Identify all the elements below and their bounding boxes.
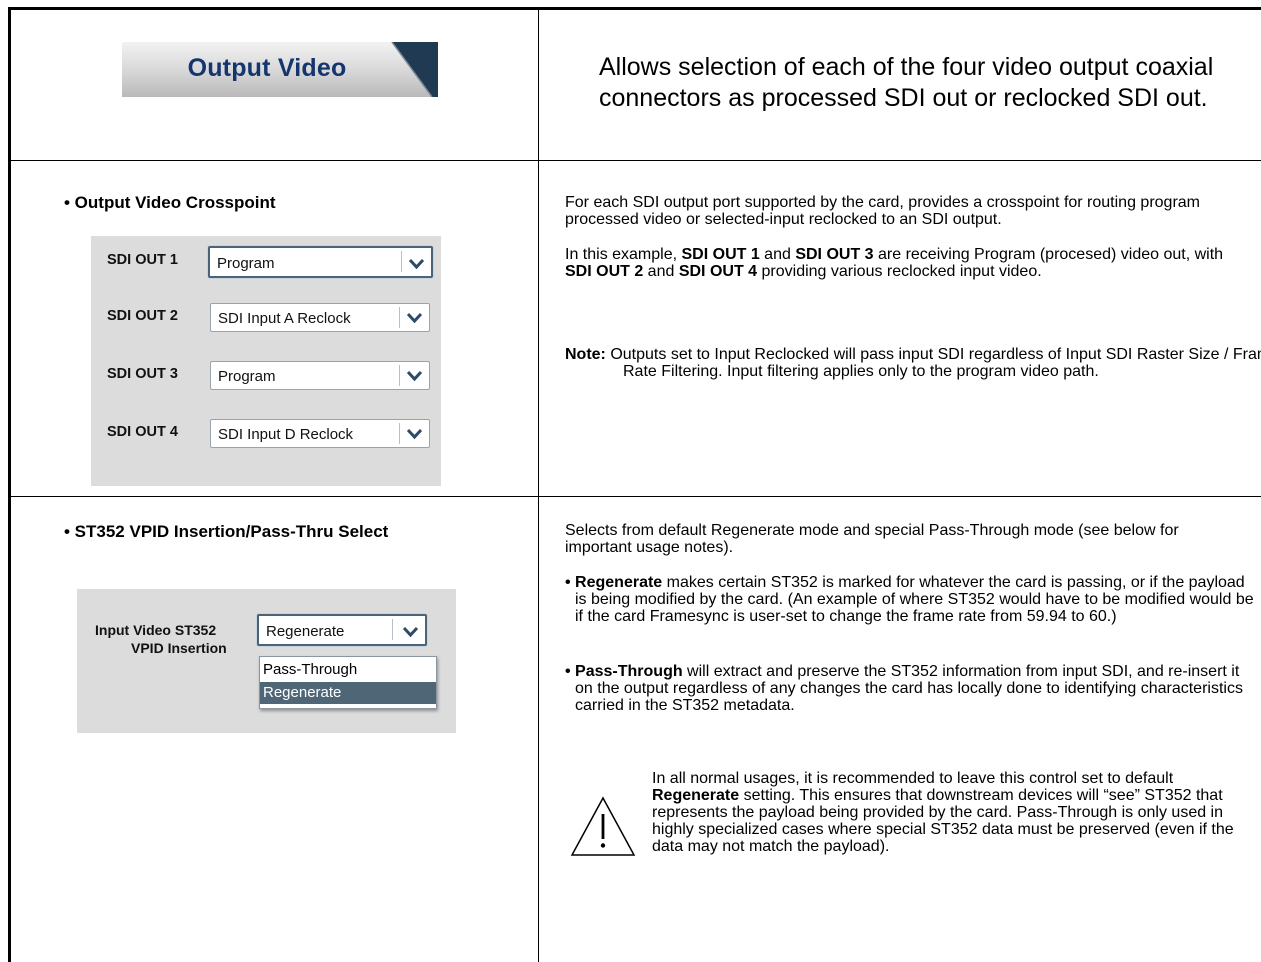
vpid-panel: Input Video ST352 VPID Insertion Regener… xyxy=(77,589,456,733)
vpid-dropdown-list: Pass-Through Regenerate xyxy=(259,656,437,709)
caution-text-part: In all normal usages, it is recommended … xyxy=(652,770,1174,787)
example-bold: SDI OUT 1 xyxy=(681,246,760,263)
combo-separator xyxy=(392,619,393,640)
table-left-border xyxy=(8,7,11,962)
example-text: and xyxy=(643,263,679,280)
vpid-bullet-regenerate: • Regenerate makes certain ST352 is mark… xyxy=(565,574,1255,625)
sdi-out-4-value: SDI Input D Reclock xyxy=(218,426,354,443)
vpid-value: Regenerate xyxy=(266,623,345,640)
intro-text: Allows selection of each of the four vid… xyxy=(599,53,1214,112)
chevron-down-icon[interactable] xyxy=(401,622,420,641)
example-bold: SDI OUT 3 xyxy=(795,246,874,263)
sdi-out-1-value: Program xyxy=(217,255,275,272)
note-label: Note: xyxy=(565,346,606,363)
sdi-out-4-select[interactable]: SDI Input D Reclock xyxy=(210,419,430,448)
vpid-title: • ST352 VPID Insertion/Pass-Thru Select xyxy=(64,522,389,541)
sdi-out-2-label: SDI OUT 2 xyxy=(107,308,178,324)
combo-separator xyxy=(401,251,402,272)
combo-separator xyxy=(399,307,400,328)
caution-triangle-icon xyxy=(570,796,636,856)
caution-text: In all normal usages, it is recommended … xyxy=(652,770,1242,855)
column-divider xyxy=(538,7,539,962)
sdi-out-3-select[interactable]: Program xyxy=(210,361,430,390)
chevron-down-icon[interactable] xyxy=(405,366,424,385)
chevron-down-icon[interactable] xyxy=(405,424,424,443)
example-text: providing various reclocked input video. xyxy=(757,263,1042,280)
vpid-option-pass-through[interactable]: Pass-Through xyxy=(260,659,436,681)
vpid-description: Selects from default Regenerate mode and… xyxy=(565,522,1179,556)
row-divider-1 xyxy=(8,160,1261,161)
crosspoint-example: In this example, SDI OUT 1 and SDI OUT 3… xyxy=(565,246,1245,280)
chevron-down-icon[interactable] xyxy=(405,308,424,327)
caution-bold: Regenerate xyxy=(652,787,740,804)
vpid-select[interactable]: Regenerate xyxy=(257,614,427,646)
example-bold: SDI OUT 4 xyxy=(678,263,758,280)
example-text: are receiving Program (procesed) video o… xyxy=(873,246,1224,263)
vpid-label-line2: VPID Insertion xyxy=(131,640,227,656)
sdi-out-2-value: SDI Input A Reclock xyxy=(218,310,351,327)
bullet-bold: • Regenerate xyxy=(565,574,663,591)
note-text: Outputs set to Input Reclocked will pass… xyxy=(605,346,1261,380)
sdi-out-1-select[interactable]: Program xyxy=(208,246,433,278)
caution-text-part: setting. This ensures that downstream de… xyxy=(652,787,1234,855)
sdi-out-2-select[interactable]: SDI Input A Reclock xyxy=(210,303,430,332)
sdi-out-1-label: SDI OUT 1 xyxy=(107,252,178,268)
output-video-tab: Output Video xyxy=(122,42,438,97)
example-text: In this example, xyxy=(565,246,682,263)
combo-separator xyxy=(399,365,400,386)
vpid-label-line1: Input Video ST352 xyxy=(95,622,217,638)
sdi-out-3-label: SDI OUT 3 xyxy=(107,366,178,382)
tab-label: Output Video xyxy=(187,54,347,82)
vpid-bullet-pass-through: • Pass-Through will extract and preserve… xyxy=(565,663,1255,714)
row-divider-2 xyxy=(8,496,1261,497)
example-bold: SDI OUT 2 xyxy=(565,263,644,280)
crosspoint-title: • Output Video Crosspoint xyxy=(64,193,276,212)
bullet-bold: • Pass-Through xyxy=(565,663,683,680)
crosspoint-description: For each SDI output port supported by th… xyxy=(565,194,1200,228)
vpid-option-regenerate[interactable]: Regenerate xyxy=(260,682,436,704)
table-top-border xyxy=(8,7,1261,10)
crosspoint-panel: SDI OUT 1 Program SDI OUT 2 SDI Input A … xyxy=(91,236,441,486)
example-text: and xyxy=(759,246,796,263)
sdi-out-3-value: Program xyxy=(218,368,276,385)
bullet-text: makes certain ST352 is marked for whatev… xyxy=(575,574,1254,625)
crosspoint-note: Note: Outputs set to Input Reclocked wil… xyxy=(565,346,1261,380)
combo-separator xyxy=(399,423,400,444)
chevron-down-icon[interactable] xyxy=(407,254,426,273)
sdi-out-4-label: SDI OUT 4 xyxy=(107,424,178,440)
